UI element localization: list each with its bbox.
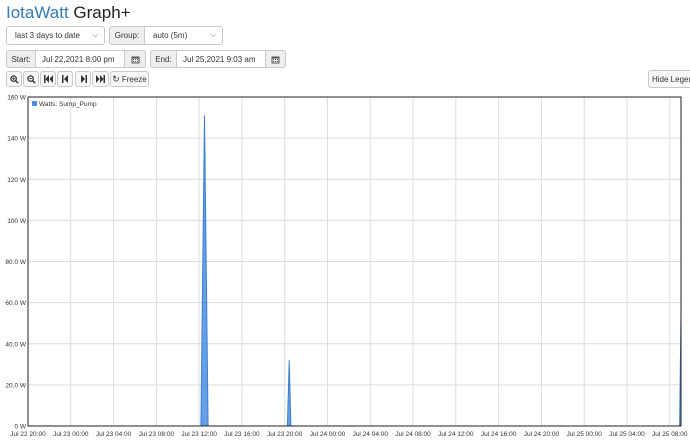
x-tick-label: Jul 25 08:00 — [652, 431, 688, 438]
y-tick-label: 160 W — [7, 95, 27, 102]
x-tick-label: Jul 24 08:00 — [395, 431, 431, 438]
y-tick-label: 120 W — [7, 177, 27, 184]
x-tick-label: Jul 24 00:00 — [310, 431, 346, 438]
series-area-sump-pump — [28, 115, 681, 426]
legend-label: Watts: Sump_Pump — [39, 101, 97, 108]
x-tick-label: Jul 24 04:00 — [353, 431, 389, 438]
y-tick-label: 60.0 W — [5, 300, 26, 307]
x-tick-label: Jul 23 16:00 — [224, 431, 260, 438]
x-tick-label: Jul 24 20:00 — [524, 431, 560, 438]
chart-grid — [27, 96, 681, 427]
x-tick-label: Jul 24 12:00 — [438, 431, 474, 438]
x-axis: Jul 22 20:00 Jul 23 00:00 Jul 23 04:00 Jul … — [10, 431, 688, 438]
x-tick-label: Jul 23 12:00 — [181, 431, 217, 438]
x-tick-label: Jul 25 04:00 — [609, 431, 645, 438]
x-tick-label: Jul 25 00:00 — [566, 431, 602, 438]
y-tick-label: 100 W — [7, 218, 27, 225]
x-tick-label: Jul 23 08:00 — [139, 431, 175, 438]
y-tick-label: 0 W — [14, 424, 26, 431]
x-tick-label: Jul 23 04:00 — [96, 431, 132, 438]
chart-legend: Watts: Sump_Pump — [32, 101, 97, 108]
y-tick-label: 80.0 W — [5, 259, 26, 266]
x-tick-label: Jul 23 20:00 — [267, 431, 303, 438]
x-tick-label: Jul 24 16:00 — [481, 431, 517, 438]
y-tick-label: 20.0 W — [5, 382, 26, 389]
legend-swatch — [32, 101, 37, 106]
x-tick-label: Jul 22 20:00 — [10, 431, 46, 438]
series-line-sump-pump — [28, 115, 682, 427]
y-tick-label: 40.0 W — [5, 341, 26, 348]
y-tick-label: 140 W — [7, 136, 27, 143]
x-tick-label: Jul 23 00:00 — [53, 431, 89, 438]
y-axis: 0 W 20.0 W 40.0 W 60.0 W 80.0 W 100 W 120 W 140… — [5, 95, 26, 431]
power-chart: 0 W 20.0 W 40.0 W 60.0 W 80.0 W 100 W 120 W 140… — [5, 95, 688, 439]
